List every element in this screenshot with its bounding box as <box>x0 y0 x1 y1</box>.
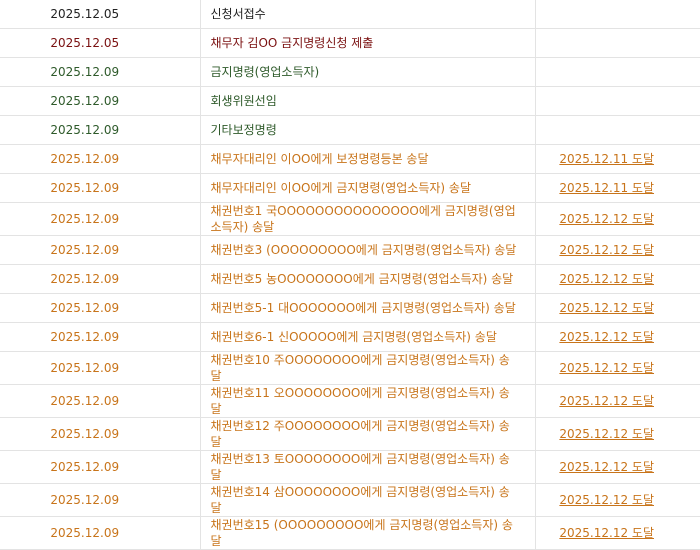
progress-content: 채권번호12 주OOOOOOOO에게 금지명령(영업소득자) 송달 <box>200 417 536 451</box>
delivery-status-link[interactable]: 2025.12.11 도달 <box>559 181 654 195</box>
progress-result <box>535 57 700 87</box>
progress-content: 채권번호13 토OOOOOOOO에게 금지명령(영업소득자) 송달 <box>200 450 536 484</box>
table-row: 2025.12.09 채무자대리인 이OO에게 보정명령등본 송달 2025.1… <box>0 144 700 174</box>
delivery-status-link[interactable]: 2025.12.12 도달 <box>559 460 654 474</box>
table-row: 2025.12.09 채권번호1 국OOOOOOOOOOOOOOO에게 금지명령… <box>0 202 700 236</box>
delivery-status-link[interactable]: 2025.12.12 도달 <box>559 301 654 315</box>
progress-content: 신청서접수 <box>200 0 536 29</box>
progress-result[interactable]: 2025.12.12 도달 <box>535 235 700 265</box>
progress-date: 2025.12.09 <box>0 384 201 418</box>
progress-date: 2025.12.09 <box>0 57 201 87</box>
progress-result <box>535 86 700 116</box>
delivery-status-link[interactable]: 2025.12.12 도달 <box>559 243 654 257</box>
progress-date: 2025.12.09 <box>0 351 201 385</box>
table-row: 2025.12.09 회생위원선임 <box>0 86 700 116</box>
delivery-status-link[interactable]: 2025.12.11 도달 <box>559 152 654 166</box>
progress-date: 2025.12.09 <box>0 144 201 174</box>
progress-result <box>535 115 700 145</box>
progress-content: 채권번호1 국OOOOOOOOOOOOOOO에게 금지명령(영업소득자) 송달 <box>200 202 536 236</box>
progress-content: 채권번호15 (OOOOOOOOO에게 금지명령(영업소득자) 송달 <box>200 516 536 550</box>
table-row: 2025.12.09 채권번호12 주OOOOOOOO에게 금지명령(영업소득자… <box>0 417 700 451</box>
progress-result[interactable]: 2025.12.12 도달 <box>535 450 700 484</box>
progress-result[interactable]: 2025.12.12 도달 <box>535 351 700 385</box>
progress-result[interactable]: 2025.12.11 도달 <box>535 173 700 203</box>
case-progress-rows: 2025.12.05 신청서접수 2025.12.05 채무자 김OO 금지명령… <box>0 0 700 550</box>
table-row: 2025.12.09 금지명령(영업소득자) <box>0 57 700 87</box>
table-row: 2025.12.09 채권번호11 오OOOOOOOO에게 금지명령(영업소득자… <box>0 384 700 418</box>
progress-content: 채권번호6-1 신OOOOO에게 금지명령(영업소득자) 송달 <box>200 322 536 352</box>
table-row: 2025.12.09 채권번호13 토OOOOOOOO에게 금지명령(영업소득자… <box>0 450 700 484</box>
progress-result[interactable]: 2025.12.12 도달 <box>535 417 700 451</box>
delivery-status-link[interactable]: 2025.12.12 도달 <box>559 212 654 226</box>
table-row: 2025.12.05 채무자 김OO 금지명령신청 제출 <box>0 28 700 58</box>
table-row: 2025.12.09 채무자대리인 이OO에게 금지명령(영업소득자) 송달 2… <box>0 173 700 203</box>
table-row: 2025.12.09 채권번호14 삼OOOOOOOO에게 금지명령(영업소득자… <box>0 483 700 517</box>
table-row: 2025.12.09 채권번호10 주OOOOOOOO에게 금지명령(영업소득자… <box>0 351 700 385</box>
progress-result[interactable]: 2025.12.12 도달 <box>535 384 700 418</box>
table-row: 2025.12.09 기타보정명령 <box>0 115 700 145</box>
progress-date: 2025.12.09 <box>0 202 201 236</box>
progress-content: 채무자 김OO 금지명령신청 제출 <box>200 28 536 58</box>
delivery-status-link[interactable]: 2025.12.12 도달 <box>559 361 654 375</box>
delivery-status-link[interactable]: 2025.12.12 도달 <box>559 427 654 441</box>
table-row: 2025.12.09 채권번호15 (OOOOOOOOO에게 금지명령(영업소득… <box>0 516 700 550</box>
table-row: 2025.12.09 채권번호6-1 신OOOOO에게 금지명령(영업소득자) … <box>0 322 700 352</box>
progress-result[interactable]: 2025.12.12 도달 <box>535 322 700 352</box>
progress-result[interactable]: 2025.12.12 도달 <box>535 516 700 550</box>
progress-result[interactable]: 2025.12.12 도달 <box>535 293 700 323</box>
progress-content: 채권번호11 오OOOOOOOO에게 금지명령(영업소득자) 송달 <box>200 384 536 418</box>
progress-result[interactable]: 2025.12.12 도달 <box>535 202 700 236</box>
delivery-status-link[interactable]: 2025.12.12 도달 <box>559 272 654 286</box>
table-row: 2025.12.09 채권번호3 (OOOOOOOOO에게 금지명령(영업소득자… <box>0 235 700 265</box>
table-row: 2025.12.09 채권번호5-1 대OOOOOOO에게 금지명령(영업소득자… <box>0 293 700 323</box>
delivery-status-link[interactable]: 2025.12.12 도달 <box>559 493 654 507</box>
table-row: 2025.12.05 신청서접수 <box>0 0 700 29</box>
progress-date: 2025.12.09 <box>0 173 201 203</box>
progress-date: 2025.12.09 <box>0 235 201 265</box>
progress-date: 2025.12.09 <box>0 516 201 550</box>
progress-date: 2025.12.09 <box>0 450 201 484</box>
progress-result <box>535 28 700 58</box>
case-progress-table: 2025.12.05 신청서접수 2025.12.05 채무자 김OO 금지명령… <box>0 0 700 550</box>
progress-result[interactable]: 2025.12.11 도달 <box>535 144 700 174</box>
progress-content: 회생위원선임 <box>200 86 536 116</box>
progress-content: 채무자대리인 이OO에게 금지명령(영업소득자) 송달 <box>200 173 536 203</box>
progress-date: 2025.12.09 <box>0 483 201 517</box>
progress-content: 채권번호3 (OOOOOOOOO에게 금지명령(영업소득자) 송달 <box>200 235 536 265</box>
progress-date: 2025.12.05 <box>0 28 201 58</box>
progress-result[interactable]: 2025.12.12 도달 <box>535 483 700 517</box>
progress-result <box>535 0 700 29</box>
delivery-status-link[interactable]: 2025.12.12 도달 <box>559 394 654 408</box>
progress-content: 채권번호5-1 대OOOOOOO에게 금지명령(영업소득자) 송달 <box>200 293 536 323</box>
progress-date: 2025.12.05 <box>0 0 201 29</box>
table-row: 2025.12.09 채권번호5 농OOOOOOOO에게 금지명령(영업소득자)… <box>0 264 700 294</box>
progress-result[interactable]: 2025.12.12 도달 <box>535 264 700 294</box>
progress-content: 채권번호10 주OOOOOOOO에게 금지명령(영업소득자) 송달 <box>200 351 536 385</box>
progress-date: 2025.12.09 <box>0 264 201 294</box>
progress-content: 금지명령(영업소득자) <box>200 57 536 87</box>
progress-content: 채권번호5 농OOOOOOOO에게 금지명령(영업소득자) 송달 <box>200 264 536 294</box>
progress-date: 2025.12.09 <box>0 322 201 352</box>
progress-content: 채권번호14 삼OOOOOOOO에게 금지명령(영업소득자) 송달 <box>200 483 536 517</box>
progress-content: 기타보정명령 <box>200 115 536 145</box>
progress-date: 2025.12.09 <box>0 86 201 116</box>
delivery-status-link[interactable]: 2025.12.12 도달 <box>559 526 654 540</box>
progress-date: 2025.12.09 <box>0 293 201 323</box>
progress-date: 2025.12.09 <box>0 417 201 451</box>
delivery-status-link[interactable]: 2025.12.12 도달 <box>559 330 654 344</box>
progress-content: 채무자대리인 이OO에게 보정명령등본 송달 <box>200 144 536 174</box>
progress-date: 2025.12.09 <box>0 115 201 145</box>
